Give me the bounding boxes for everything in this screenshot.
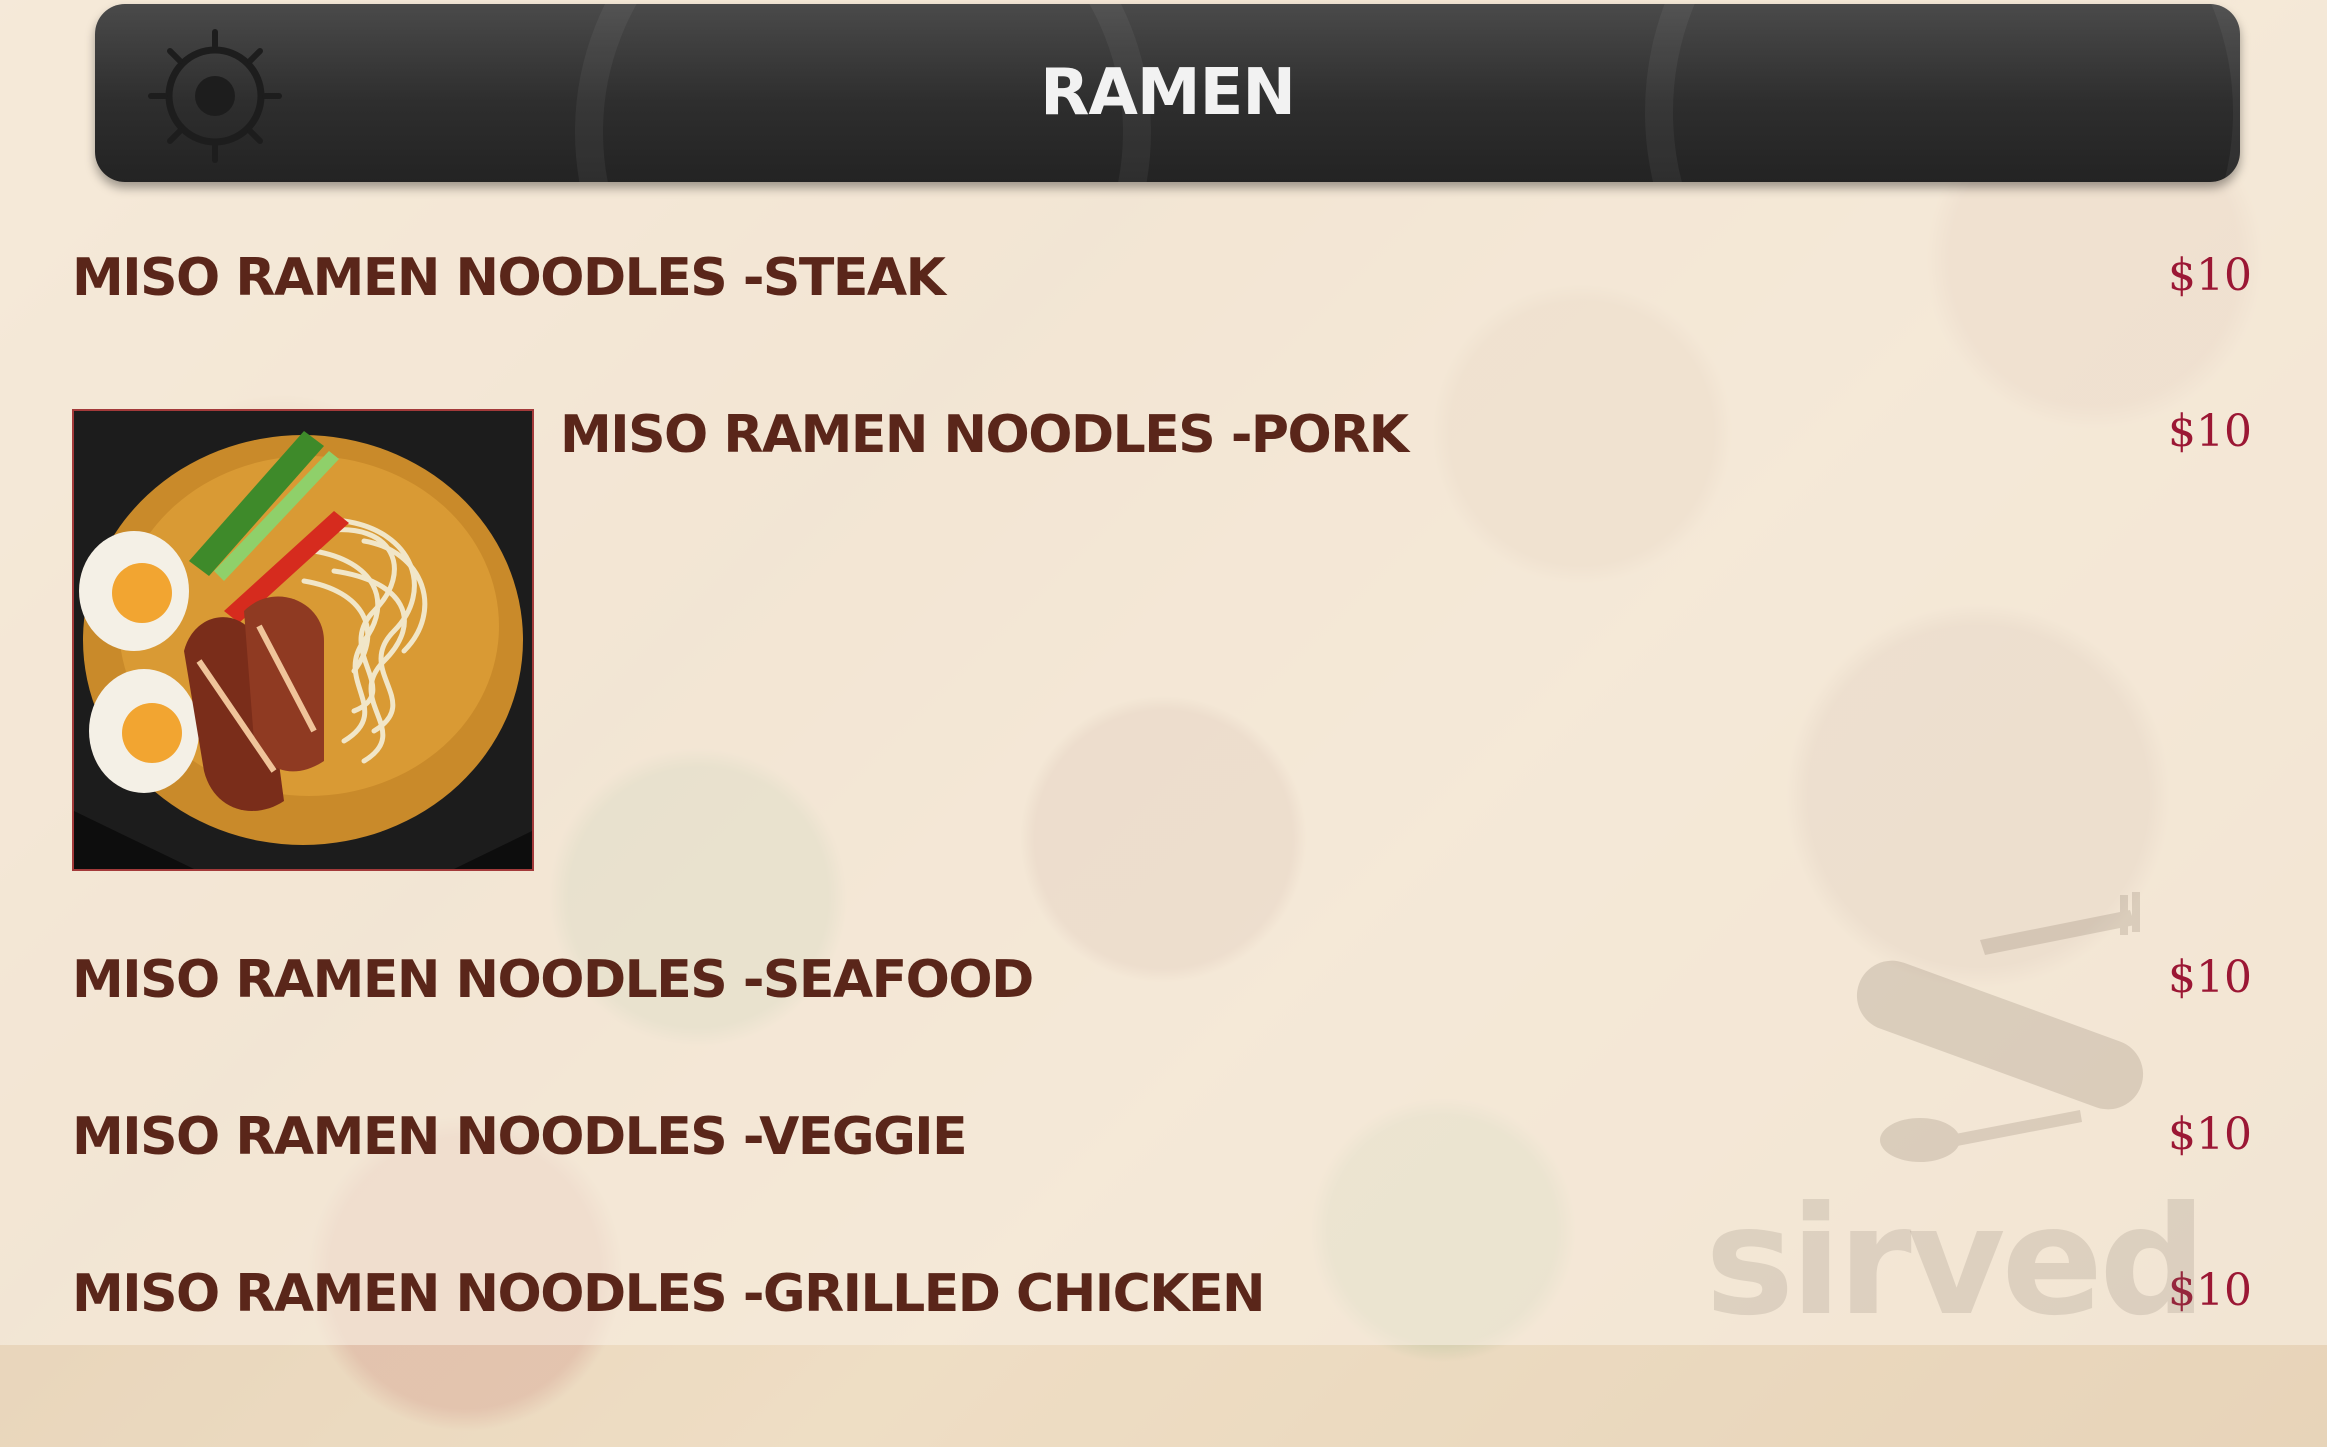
menu-item-price: $10 (2168, 406, 2252, 457)
cutlery-board-icon (1856, 892, 2144, 1162)
section-title: RAMEN (1040, 56, 1296, 130)
watermark-logo: sirved (1705, 1175, 2207, 1349)
menu-item-name: MISO RAMEN NOODLES -GRILLED CHICKEN (72, 1264, 1266, 1324)
menu-item-name: MISO RAMEN NOODLES -PORK (560, 405, 1409, 465)
ramen-bowl-illustration (74, 411, 532, 869)
menu-item-price: $10 (2168, 1109, 2252, 1160)
section-header: RAMEN (95, 4, 2240, 182)
menu-item-name: MISO RAMEN NOODLES -VEGGIE (72, 1107, 968, 1167)
background-overlay-bottom (0, 1345, 2327, 1447)
menu-item-price: $10 (2168, 952, 2252, 1003)
menu-item-name: MISO RAMEN NOODLES -SEAFOOD (72, 950, 1034, 1010)
menu-item-price: $10 (2168, 250, 2252, 301)
menu-item-name: MISO RAMEN NOODLES -STEAK (72, 248, 946, 308)
ramen-bowl-photo (72, 409, 534, 871)
